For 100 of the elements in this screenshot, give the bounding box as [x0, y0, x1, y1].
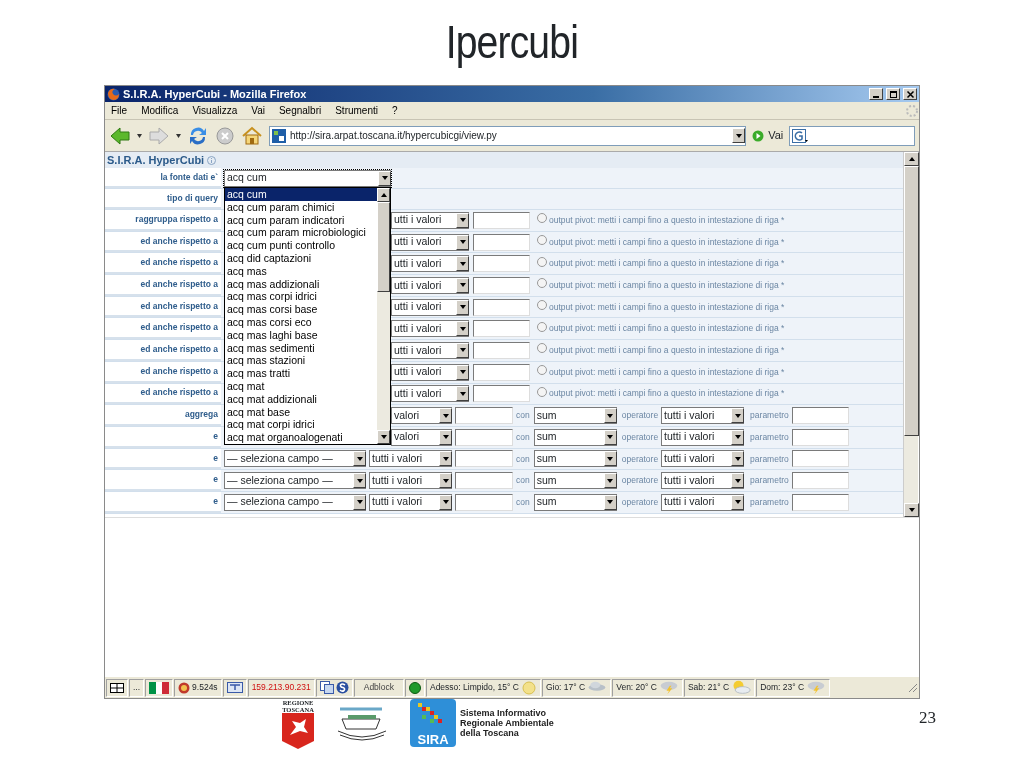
s-icon[interactable] [335, 681, 349, 694]
radio-button[interactable] [537, 256, 547, 267]
dropdown-option[interactable]: acq cum param chimici [225, 200, 377, 214]
dropdown-option[interactable]: acq mas sedimenti [225, 341, 377, 355]
scroll-up-button[interactable] [904, 152, 919, 166]
values-select[interactable]: tutti i valori [369, 493, 452, 511]
text-field[interactable] [791, 472, 849, 490]
values-select[interactable]: utti i valori [391, 211, 469, 229]
text-field[interactable] [791, 493, 849, 511]
function-select[interactable]: sum [533, 493, 617, 511]
values-select[interactable]: tutti i valori [369, 472, 452, 490]
source-select[interactable]: acq cum [224, 169, 391, 187]
field-select[interactable]: — seleziona campo — [224, 493, 366, 511]
values-select[interactable]: utti i valori [391, 298, 469, 316]
text-field[interactable] [473, 276, 530, 294]
function-select[interactable]: sum [533, 472, 617, 490]
text-field[interactable] [791, 407, 849, 425]
operator-select[interactable]: tutti i valori [661, 450, 745, 468]
maximize-button[interactable] [886, 88, 900, 100]
dropdown-arrow-icon[interactable] [176, 133, 181, 138]
dropdown-option[interactable]: acq mat corpi idrici [225, 418, 377, 432]
text-field[interactable] [455, 493, 513, 511]
radio-button[interactable] [537, 235, 547, 246]
dropdown-option[interactable]: acq cum punti controllo [225, 239, 377, 252]
dropdown-option[interactable]: acq mat base [225, 405, 377, 419]
layout-icon[interactable] [110, 682, 124, 693]
dropdown-option[interactable]: acq mas laghi base [225, 328, 377, 342]
text-field[interactable] [455, 428, 513, 446]
dropdown-option[interactable]: acq mas stazioni [225, 354, 377, 368]
values-select[interactable]: utti i valori [391, 276, 469, 294]
dropdown-option[interactable]: acq mas corsi eco [225, 315, 377, 329]
dropdown-option[interactable]: acq mat [225, 379, 377, 393]
radio-button[interactable] [537, 213, 547, 224]
radio-button[interactable] [537, 321, 547, 332]
text-field[interactable] [473, 341, 530, 359]
minimize-button[interactable] [869, 88, 883, 100]
reload-icon[interactable] [187, 124, 209, 147]
function-select[interactable]: sum [533, 407, 617, 425]
back-icon[interactable] [109, 125, 131, 146]
scroll-down-button[interactable] [377, 430, 390, 444]
dropdown-option[interactable]: acq cum [225, 188, 377, 201]
radio-button[interactable] [537, 278, 547, 289]
dropdown-option[interactable]: acq did captazioni [225, 252, 377, 265]
values-select[interactable]: utti i valori [391, 255, 469, 273]
radio-button[interactable] [537, 365, 547, 376]
dropdown-option[interactable]: acq mas addizionali [225, 277, 377, 291]
menu-item[interactable]: Strumenti [335, 103, 378, 118]
menu-item[interactable]: Modifica [141, 103, 179, 118]
text-field[interactable] [473, 298, 530, 316]
dropdown-option[interactable]: acq cum param indicatori [225, 213, 377, 227]
values-select[interactable]: utti i valori [391, 341, 469, 359]
status-dot-icon[interactable] [408, 681, 421, 694]
window-icon[interactable] [319, 681, 334, 694]
close-button[interactable] [903, 88, 917, 100]
function-select[interactable]: sum [533, 450, 617, 468]
dropdown-option[interactable]: acq mas tratti [225, 367, 377, 380]
text-field[interactable] [473, 211, 530, 229]
resize-grip-icon[interactable] [908, 682, 918, 693]
values-select[interactable]: utti i valori [391, 233, 469, 251]
radio-button[interactable] [537, 386, 547, 397]
stop-icon[interactable] [215, 125, 235, 146]
text-field[interactable] [455, 407, 513, 425]
dropdown-option[interactable]: acq mas [225, 264, 377, 278]
dropdown-arrow-icon[interactable] [137, 133, 142, 138]
menu-item[interactable]: Vai [251, 103, 265, 118]
scroll-thumb[interactable] [377, 202, 390, 292]
menu-item[interactable]: ? [392, 103, 398, 118]
text-field[interactable] [473, 255, 530, 273]
dropdown-option[interactable]: acq mas corsi base [225, 303, 377, 316]
values-select[interactable]: utti i valori [391, 363, 469, 381]
dropdown-option[interactable]: acq cum param microbiologici [225, 226, 377, 240]
text-field[interactable] [473, 385, 530, 403]
function-select[interactable]: sum [533, 428, 617, 446]
text-field[interactable] [473, 363, 530, 381]
text-field[interactable] [791, 450, 849, 468]
menu-item[interactable]: Segnalbri [278, 103, 322, 118]
radio-button[interactable] [537, 300, 547, 311]
text-field[interactable] [473, 233, 530, 251]
scroll-up-button[interactable] [377, 188, 390, 202]
operator-select[interactable]: tutti i valori [661, 407, 745, 425]
scroll-thumb[interactable] [904, 166, 919, 436]
field-select[interactable]: — seleziona campo — [224, 450, 366, 468]
text-field[interactable] [455, 472, 513, 490]
operator-select[interactable]: tutti i valori [661, 428, 745, 446]
flag-icon[interactable] [149, 681, 170, 694]
text-field[interactable] [455, 450, 513, 468]
operator-select[interactable]: tutti i valori [661, 493, 745, 511]
menu-item[interactable]: Visualizza [192, 103, 238, 118]
text-field[interactable] [473, 320, 530, 338]
values-select[interactable]: tutti i valori [369, 450, 452, 468]
go-button[interactable]: Vai [752, 127, 784, 144]
values-select[interactable]: valori [391, 428, 452, 446]
text-field[interactable] [791, 428, 849, 446]
dropdown-option[interactable]: acq mat addizionali [225, 392, 377, 406]
home-icon[interactable] [241, 125, 263, 146]
dropdown-option[interactable]: acq mas corpi idrici [225, 290, 377, 304]
search-field[interactable] [789, 125, 915, 146]
values-select[interactable]: utti i valori [391, 385, 469, 403]
operator-select[interactable]: tutti i valori [661, 472, 745, 490]
values-select[interactable]: utti i valori [391, 320, 469, 338]
